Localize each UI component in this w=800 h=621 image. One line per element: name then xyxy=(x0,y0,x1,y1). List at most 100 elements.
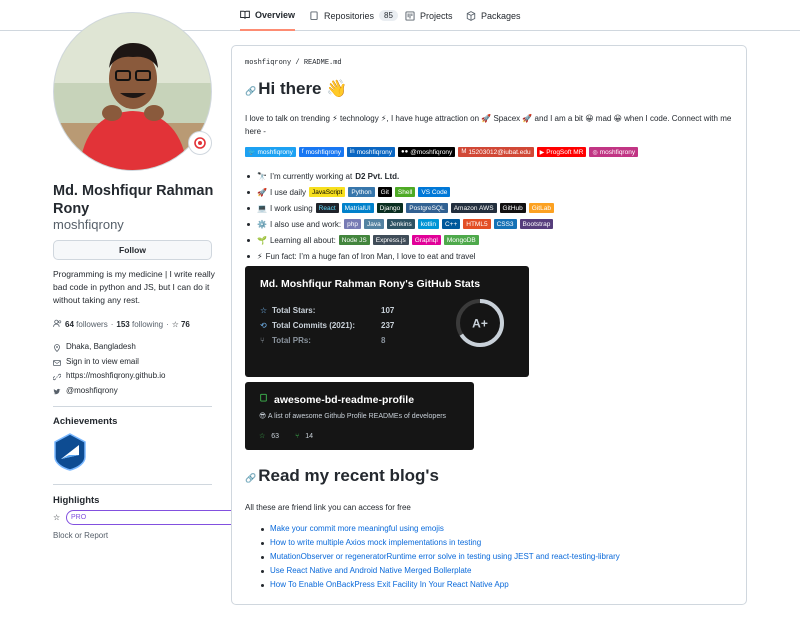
people-icon xyxy=(53,319,62,330)
social-badge[interactable]: 🐦 moshfiqrony xyxy=(245,147,296,157)
email-item: Sign in to view email xyxy=(53,355,165,370)
follow-button[interactable]: Follow xyxy=(53,240,212,260)
following-link[interactable]: 153 following xyxy=(116,320,163,329)
email-link[interactable]: Sign in to view email xyxy=(66,355,139,370)
tech-badge: Express.js xyxy=(372,235,409,245)
pinned-repo-card[interactable]: awesome-bd-readme-profile 😎 A list of aw… xyxy=(245,382,474,450)
followers-link[interactable]: 64 followers xyxy=(65,320,108,329)
tech-badge: Node JS xyxy=(338,235,370,245)
tech-badge: Python xyxy=(348,187,375,197)
readme-intro: I love to talk on trending ⚡ technology … xyxy=(245,114,732,136)
blog-link[interactable]: MutationObserver or regeneratorRuntime e… xyxy=(270,550,620,564)
tech-badge: Amazon AWS xyxy=(450,203,497,213)
pinned-repo-stars: 63 xyxy=(271,432,280,440)
stats-row-stars: ☆ Total Stars: 107 xyxy=(260,306,394,315)
social-badge[interactable]: ◎ moshfiqrony xyxy=(589,147,639,157)
bullet-dot xyxy=(247,254,250,258)
tech-badge: JavaScript xyxy=(309,187,346,197)
social-badge[interactable]: ▶ ProgSoft MR xyxy=(536,147,587,157)
website-link[interactable]: https://moshfiqrony.github.io xyxy=(66,369,165,384)
project-icon xyxy=(405,10,415,21)
tech-badge: CSS3 xyxy=(493,219,517,229)
book-icon xyxy=(240,10,250,20)
tech-badge: kotlin xyxy=(417,219,439,229)
star-icon: ☆ xyxy=(53,513,61,522)
sidebar-divider xyxy=(53,484,212,485)
readme-heading-text: Hi there 👋 xyxy=(258,79,348,98)
readme-path: moshfiqrony / README.md xyxy=(245,59,342,67)
social-badge-label: moshfiqrony xyxy=(257,148,293,156)
social-badge-label: moshfiqrony xyxy=(305,148,341,156)
tab-overview[interactable]: Overview xyxy=(240,0,296,31)
blog-link[interactable]: How to write multiple Axios mock impleme… xyxy=(270,536,481,550)
social-badge-icon: ◎ xyxy=(592,149,598,156)
bullet-text: Learning all about: xyxy=(269,235,336,245)
tech-badge: Java xyxy=(363,219,384,229)
blog-list-item: Make your commit more meaningful using e… xyxy=(261,522,620,536)
tab-projects[interactable]: Projects xyxy=(405,0,453,31)
bullet-strong: D2 Pvt. Ltd. xyxy=(355,171,400,181)
bullet-text: Fun fact: I’m a huge fan of Iron Man, I … xyxy=(265,251,476,261)
followers-count: 64 xyxy=(65,320,74,329)
twitter-icon xyxy=(53,387,61,395)
list-item: 🌱 Learning all about: Node JS Express.js Gra… xyxy=(247,232,554,248)
social-badge[interactable]: in moshfiqrony xyxy=(346,147,396,157)
anchor-link-icon[interactable]: 🔗 xyxy=(245,86,256,96)
social-badge-icon: M xyxy=(461,149,467,155)
anchor-link-icon[interactable]: 🔗 xyxy=(245,473,256,483)
social-badge[interactable]: M 15203012@iubat.edu xyxy=(458,147,534,157)
social-badge-icon: in xyxy=(349,149,355,155)
twitter-link[interactable]: @moshfiqrony xyxy=(66,384,118,399)
social-badge-label: ProgSoft MR xyxy=(546,148,584,156)
profile-name: Md. Moshfiqur Rahman Rony xyxy=(53,183,214,217)
blog-heading-text: Read my recent blog's xyxy=(258,466,439,485)
social-badge-icon: f xyxy=(301,149,304,155)
stars-link[interactable]: ☆ 76 xyxy=(172,320,190,329)
blog-heading: 🔗 Read my recent blog's xyxy=(245,466,439,486)
readme-file-name: README.md xyxy=(303,59,342,67)
bullet-emoji: ⚙️ xyxy=(257,219,267,229)
tech-badge: Shell xyxy=(394,187,416,197)
tech-badge: C++ xyxy=(441,219,461,229)
stats-label: Total Stars: xyxy=(272,306,316,315)
social-badge-label: moshfiqrony xyxy=(599,148,636,156)
readme-user-link[interactable]: moshfiqrony xyxy=(245,59,291,67)
bullet-emoji: 🚀 xyxy=(257,187,267,197)
stats-row-prs: ⑂ Total PRs: 8 xyxy=(260,336,385,345)
social-badge-label: moshfiqrony xyxy=(356,148,393,156)
readme-heading: 🔗 Hi there 👋 xyxy=(245,79,347,99)
achievements-heading: Achievements xyxy=(53,416,118,427)
pinned-repo-description: 😎 A list of awesome Github Profile READM… xyxy=(259,413,447,420)
block-report-link[interactable]: Block or Report xyxy=(53,531,108,540)
tab-packages[interactable]: Packages xyxy=(466,0,521,31)
tech-badge: HTML5 xyxy=(463,219,491,229)
pinned-repo-forks: 14 xyxy=(305,432,314,440)
status-icon[interactable] xyxy=(188,131,212,155)
bullet-dot xyxy=(247,190,250,194)
following-label: following xyxy=(131,320,164,329)
bullet-text: I use daily xyxy=(269,187,306,197)
github-stats-card[interactable]: Md. Moshfiqur Rahman Rony's GitHub Stats… xyxy=(245,266,529,377)
bullet-emoji: 💻 xyxy=(257,203,267,213)
following-count: 153 xyxy=(116,320,130,329)
stats-label: Total Commits (2021): xyxy=(272,321,355,330)
pinned-repo-name: awesome-bd-readme-profile xyxy=(274,393,415,406)
blog-link[interactable]: Use React Native and Android Native Merg… xyxy=(270,564,471,578)
tab-repositories[interactable]: Repositories 85 xyxy=(309,0,398,31)
social-badge[interactable]: ●● @moshfiqrony xyxy=(398,147,456,157)
social-badge[interactable]: f moshfiqrony xyxy=(298,147,344,157)
profile-bio: Programming is my medicine | I write rea… xyxy=(53,269,215,305)
readme-path-separator: / xyxy=(291,59,304,67)
location-item: Dhaka, Bangladesh xyxy=(53,340,165,355)
achievement-badge[interactable] xyxy=(53,433,87,471)
tab-projects-label: Projects xyxy=(420,10,453,21)
blog-links: Make your commit more meaningful using e… xyxy=(261,522,620,592)
blog-link[interactable]: How To Enable OnBackPress Exit Facility … xyxy=(270,578,509,592)
tab-overview-label: Overview xyxy=(255,9,296,20)
bullet-dot xyxy=(247,174,250,178)
grade-ring: A+ xyxy=(455,298,505,348)
pull-request-icon: ⑂ xyxy=(260,336,265,345)
tech-badge: php xyxy=(344,219,361,229)
blog-link[interactable]: Make your commit more meaningful using e… xyxy=(270,522,444,536)
repo-icon xyxy=(259,393,268,406)
